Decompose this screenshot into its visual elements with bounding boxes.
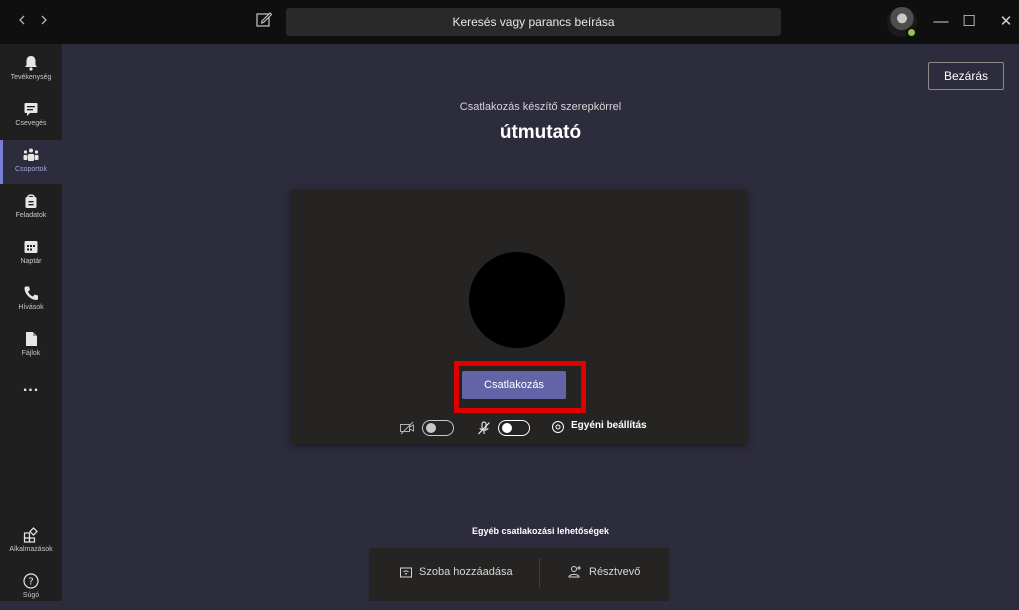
rail-item-label: Alkalmazások	[9, 546, 53, 553]
phone-icon	[24, 286, 38, 300]
svg-text:?: ?	[28, 577, 33, 588]
bell-icon	[25, 56, 37, 71]
chevron-right-icon	[41, 15, 47, 25]
help-icon: ?	[23, 573, 39, 589]
gear-icon	[552, 421, 564, 433]
rail-item-assignments[interactable]: Feladatok	[0, 186, 62, 230]
more-icon: ...	[22, 378, 40, 395]
other-join-options: Szoba hozzáadása Résztvevő	[369, 548, 669, 601]
mic-toggle[interactable]	[498, 420, 530, 436]
join-button[interactable]: Csatlakozás	[462, 371, 566, 399]
search-input[interactable]: Keresés vagy parancs beírása	[286, 8, 781, 36]
video-off-icon	[400, 421, 414, 435]
add-participant-icon	[568, 566, 581, 578]
video-preview: Csatlakozás Egyéni beállítás	[291, 190, 747, 444]
calendar-icon	[24, 241, 38, 253]
rail-item-activity[interactable]: Tevékenység	[0, 48, 62, 92]
add-participant-button[interactable]: Résztvevő	[589, 566, 640, 578]
close-button[interactable]: Bezárás	[928, 62, 1004, 90]
video-toggle[interactable]	[422, 420, 454, 436]
close-window-button[interactable]: ✕	[993, 10, 1019, 34]
custom-setting-link[interactable]: Egyéni beállítás	[571, 420, 647, 431]
compose-icon	[256, 12, 273, 27]
rail-item-calendar[interactable]: Naptár	[0, 232, 62, 276]
rail-item-label: Csevegés	[15, 120, 47, 127]
rail-item-label: Csoportok	[15, 166, 47, 173]
title-bar: Keresés vagy parancs beírása — ☐ ✕	[0, 0, 1019, 44]
chat-icon	[24, 103, 38, 116]
divider	[539, 558, 540, 588]
rail-item-apps[interactable]: Alkalmazások	[0, 520, 62, 564]
mic-off-icon	[478, 421, 490, 435]
join-role-subtitle: Csatlakozás készítő szerepkörrel	[459, 101, 622, 113]
compose-button[interactable]	[255, 11, 275, 31]
chevron-left-icon	[19, 15, 25, 25]
forward-button[interactable]	[34, 12, 54, 32]
rail-item-label: Naptár	[20, 258, 42, 265]
avatar	[469, 252, 565, 348]
minimize-button[interactable]: —	[928, 10, 954, 34]
rail-item-label: Fájlok	[21, 350, 41, 357]
back-button[interactable]	[12, 12, 32, 32]
file-icon	[26, 332, 37, 346]
rail-item-more[interactable]: ...	[0, 370, 62, 414]
room-icon	[400, 567, 412, 578]
rail-item-files[interactable]: Fájlok	[0, 324, 62, 368]
rail-item-label: Súgó	[22, 592, 40, 599]
teams-icon	[23, 148, 39, 161]
maximize-button[interactable]: ☐	[956, 10, 982, 34]
rail-item-label: Feladatok	[15, 212, 47, 219]
add-room-button[interactable]: Szoba hozzáadása	[419, 566, 513, 578]
rail-item-calls[interactable]: Hívások	[0, 278, 62, 322]
apps-icon	[23, 527, 38, 543]
app-rail: Tevékenység Csevegés Csoportok Feladatok…	[0, 44, 62, 601]
rail-item-label: Tevékenység	[10, 74, 52, 81]
meeting-prejoin-screen: Bezárás Csatlakozás készítő szerepkörrel…	[62, 44, 1019, 601]
rail-item-help[interactable]: ? Súgó	[0, 566, 62, 610]
rail-item-teams[interactable]: Csoportok	[0, 140, 62, 184]
rail-item-label: Hívások	[18, 304, 44, 311]
other-join-options-label: Egyéb csatlakozási lehetőségek	[471, 526, 610, 536]
assignments-icon	[25, 194, 37, 208]
rail-item-chat[interactable]: Csevegés	[0, 94, 62, 138]
page-title: útmutató	[499, 122, 582, 143]
presence-status-icon	[906, 27, 917, 38]
